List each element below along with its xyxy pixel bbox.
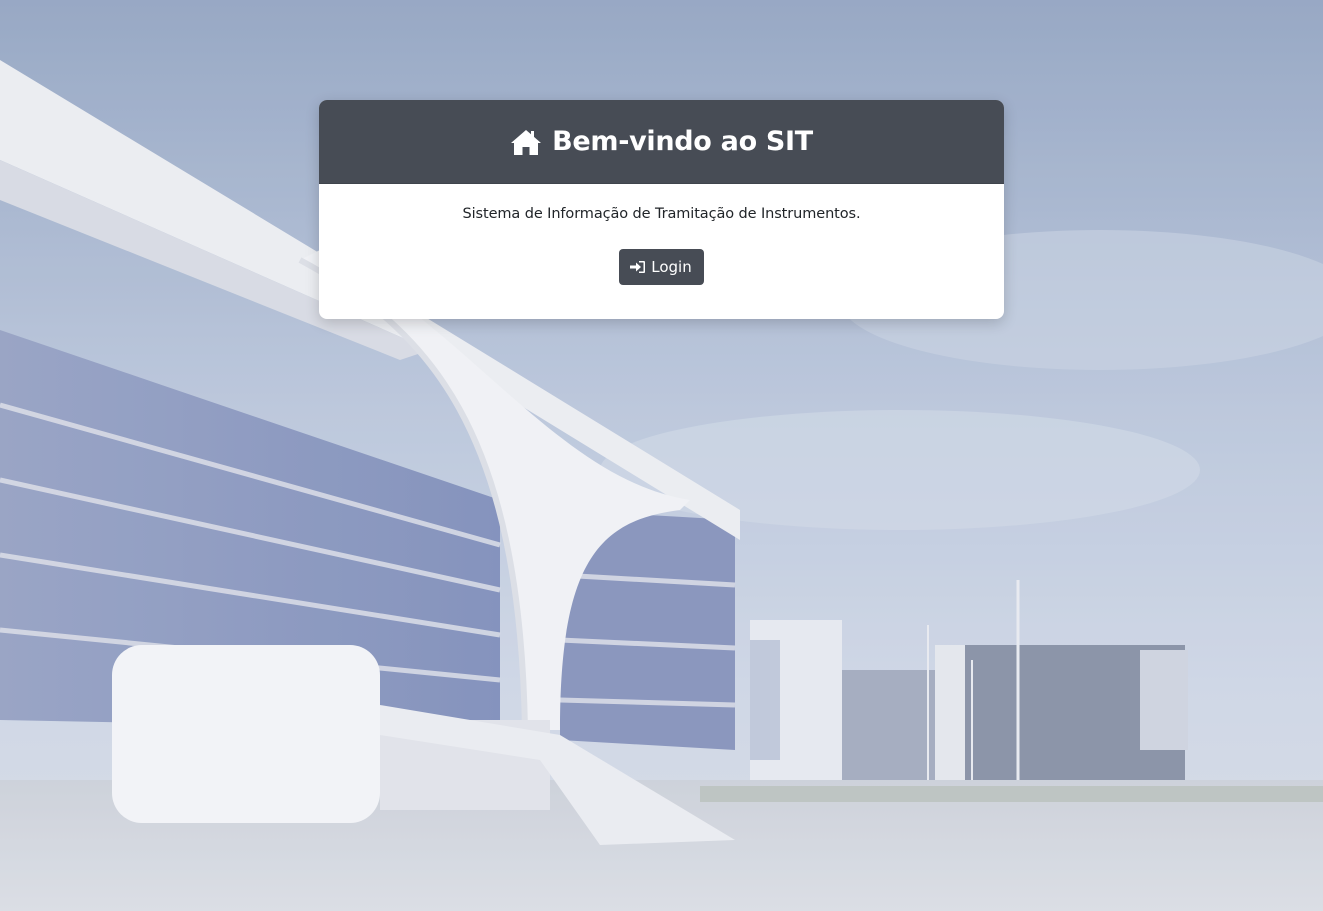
welcome-card: Bem-vindo ao SIT Sistema de Informação d…	[319, 100, 1004, 319]
sign-in-icon	[630, 260, 646, 274]
card-body: Sistema de Informação de Tramitação de I…	[319, 184, 1004, 285]
login-button-label: Login	[651, 258, 692, 276]
page-title: Bem-vindo ao SIT	[552, 126, 813, 157]
card-header: Bem-vindo ao SIT	[319, 100, 1004, 184]
home-icon	[510, 128, 542, 156]
login-button[interactable]: Login	[619, 249, 704, 285]
system-description: Sistema de Informação de Tramitação de I…	[462, 206, 861, 222]
